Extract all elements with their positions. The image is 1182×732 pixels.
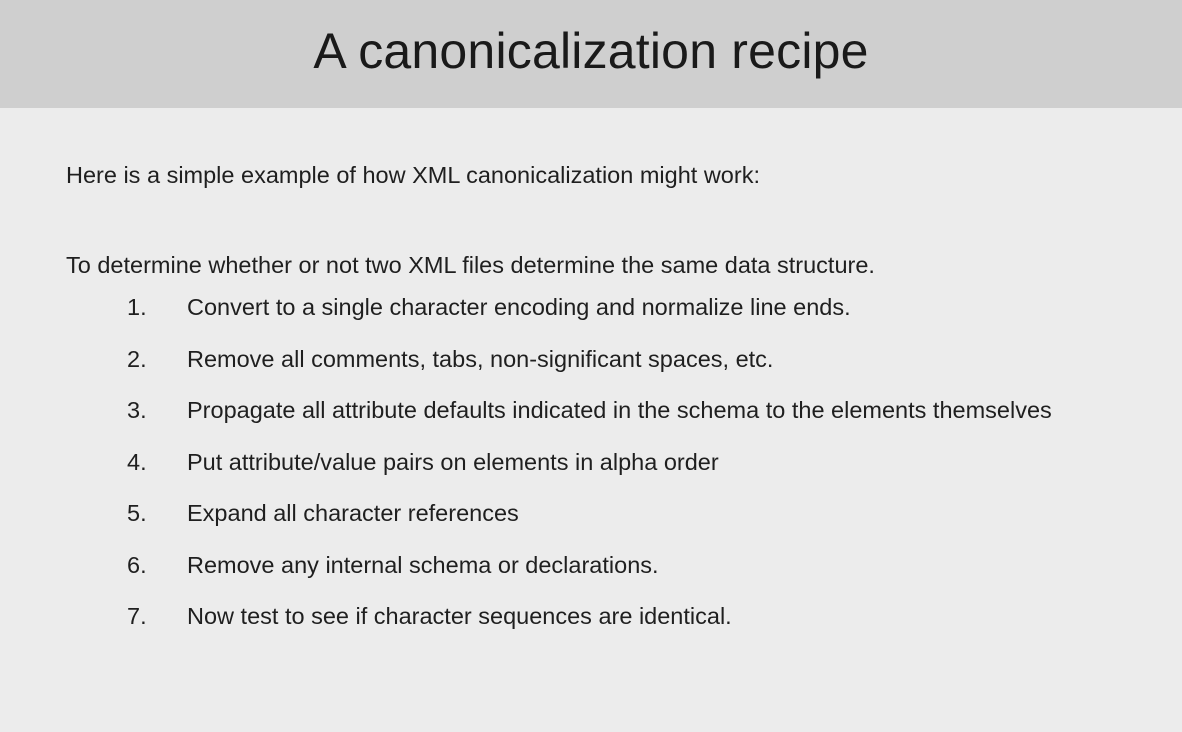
step-text: Now test to see if character sequences a… bbox=[187, 603, 732, 629]
step-number: 6. bbox=[127, 551, 147, 578]
step-item: 6. Remove any internal schema or declara… bbox=[66, 548, 1146, 582]
step-number: 3. bbox=[127, 397, 147, 423]
intro-text: Here is a simple example of how XML cano… bbox=[66, 162, 760, 188]
step-number: 7. bbox=[127, 603, 147, 629]
step-text: Propagate all attribute defaults indicat… bbox=[187, 397, 1052, 423]
slide: A canonicalization recipe Here is a simp… bbox=[0, 0, 1182, 732]
slide-content: Here is a simple example of how XML cano… bbox=[66, 158, 1146, 651]
step-text: Remove any internal schema or declaratio… bbox=[187, 551, 659, 578]
step-number: 4. bbox=[127, 448, 147, 475]
step-text: Remove all comments, tabs, non-significa… bbox=[187, 345, 774, 372]
step-number: 2. bbox=[127, 345, 147, 372]
slide-title: A canonicalization recipe bbox=[313, 23, 869, 79]
step-text: Convert to a single character encoding a… bbox=[187, 294, 851, 320]
step-item: 3. Propagate all attribute defaults indi… bbox=[66, 393, 1146, 427]
step-item: 2. Remove all comments, tabs, non-signif… bbox=[66, 342, 1146, 376]
step-item: 4. Put attribute/value pairs on elements… bbox=[66, 445, 1146, 479]
lead-text: To determine whether or not two XML file… bbox=[66, 252, 875, 278]
step-text: Put attribute/value pairs on elements in… bbox=[187, 448, 719, 475]
step-item: 7. Now test to see if character sequence… bbox=[66, 599, 1146, 633]
steps-list: 1. Convert to a single character encodin… bbox=[66, 290, 1146, 633]
step-item: 1. Convert to a single character encodin… bbox=[66, 290, 1146, 324]
title-bar: A canonicalization recipe bbox=[0, 0, 1182, 108]
step-item: 5. Expand all character references bbox=[66, 496, 1146, 530]
step-number: 5. bbox=[127, 500, 147, 526]
step-number: 1. bbox=[127, 294, 147, 320]
step-text: Expand all character references bbox=[187, 500, 519, 526]
